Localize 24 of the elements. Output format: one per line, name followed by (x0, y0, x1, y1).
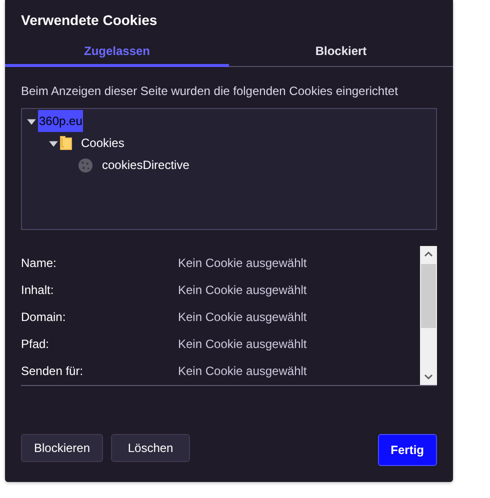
dialog-title: Verwendete Cookies (20, 11, 158, 29)
tab[interactable]: Zugelassen (5, 38, 229, 67)
field-label: Name: (21, 256, 58, 270)
field-value: Kein Cookie ausgewählt (178, 256, 308, 270)
tab[interactable]: Blockiert (229, 38, 453, 67)
field-value: Kein Cookie ausgewählt (178, 336, 308, 350)
description-text: Beim Anzeigen dieser Seite wurden die folgenden Cookies eingerichtet (21, 84, 399, 98)
field-value: Kein Cookie ausgewählt (178, 310, 308, 324)
field-label: Pfad: (21, 336, 50, 350)
field-label: Inhalt: (21, 282, 55, 296)
scroll-thumb[interactable] (421, 264, 436, 328)
field-value: Kein Cookie ausgewählt (178, 282, 308, 296)
scrollbar[interactable] (420, 246, 437, 385)
done-button[interactable]: Fertig (378, 434, 437, 466)
tree-item[interactable]: cookiesDirective (101, 156, 190, 174)
action-button[interactable]: Blockieren (21, 434, 104, 462)
field-label: Senden für: (21, 364, 84, 378)
cookie-icon (78, 158, 93, 172)
action-button[interactable]: Löschen (111, 434, 190, 462)
tree-item[interactable]: Cookies (80, 134, 126, 152)
field-label: Domain: (21, 310, 67, 324)
field-value: Kein Cookie ausgewählt (178, 364, 308, 378)
folder-icon (60, 136, 72, 150)
tree-item[interactable]: 360p.eu (38, 110, 84, 132)
